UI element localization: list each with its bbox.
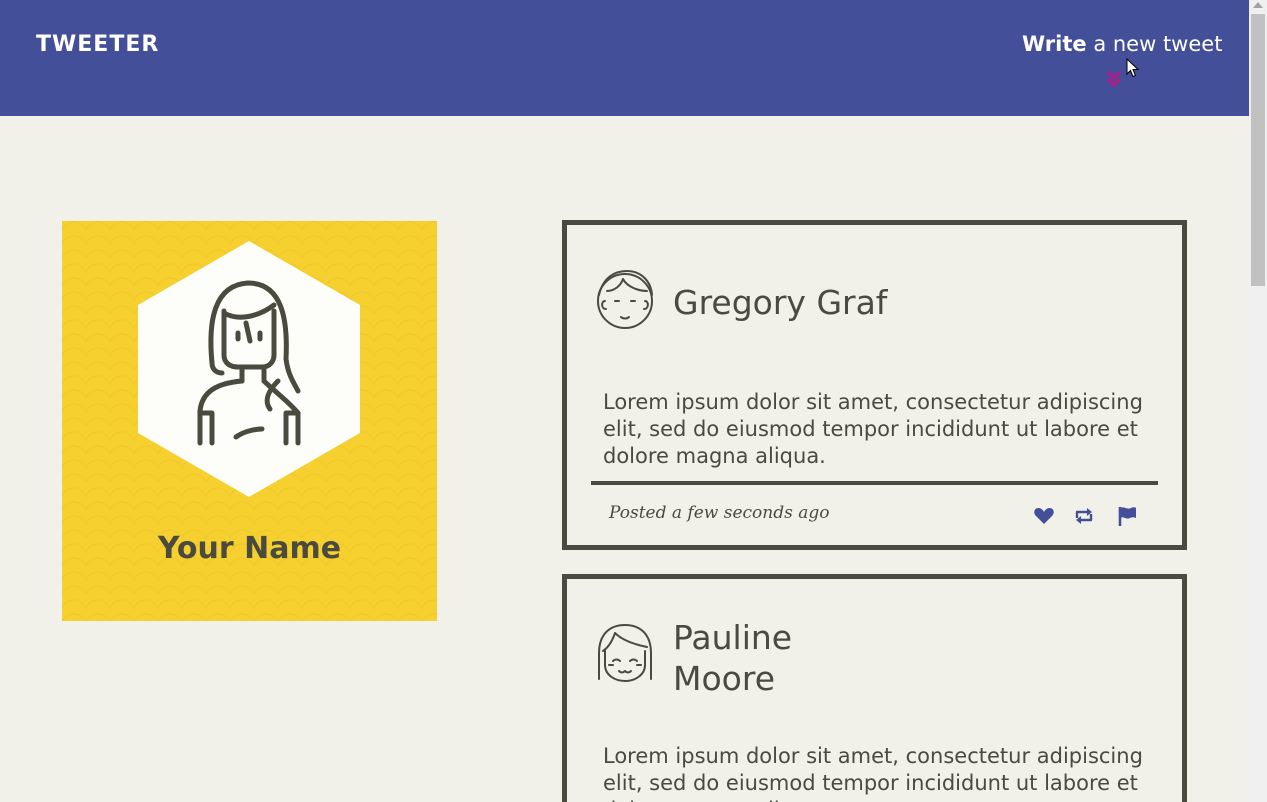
mouse-cursor-icon bbox=[1126, 58, 1140, 78]
logo[interactable]: TWEETER bbox=[36, 32, 159, 57]
scrollbar[interactable] bbox=[1249, 0, 1267, 802]
heart-icon[interactable] bbox=[1033, 505, 1055, 527]
profile-card: Your Name bbox=[62, 221, 437, 621]
flag-icon[interactable] bbox=[1116, 505, 1138, 527]
tweet-card: Gregory Graf Lorem ipsum dolor sit amet,… bbox=[562, 220, 1187, 550]
profile-name: Your Name bbox=[157, 531, 342, 566]
write-tweet-button[interactable]: Write a new tweet bbox=[1022, 32, 1222, 56]
tweet-divider bbox=[591, 481, 1158, 485]
scroll-thumb[interactable] bbox=[1251, 14, 1265, 286]
retweet-icon[interactable] bbox=[1073, 505, 1095, 527]
tweet-actions bbox=[1031, 505, 1161, 527]
man-avatar-icon bbox=[597, 270, 653, 329]
tweet-content: Lorem ipsum dolor sit amet, consectetur … bbox=[603, 390, 1143, 468]
tweet-card: Pauline Moore Lorem ipsum dolor sit amet… bbox=[562, 574, 1187, 802]
chevron-double-down-icon[interactable] bbox=[1106, 70, 1122, 88]
compose-label: a new tweet bbox=[1086, 32, 1223, 56]
top-nav: TWEETER Write a new tweet bbox=[0, 0, 1249, 116]
girl-avatar-icon bbox=[598, 624, 652, 682]
tweet-timestamp: Posted a few seconds ago bbox=[609, 503, 830, 523]
woman-avatar-icon bbox=[138, 241, 360, 497]
scroll-up-arrow-icon[interactable] bbox=[1253, 2, 1263, 8]
tweet-author: Pauline Moore bbox=[673, 618, 793, 698]
tweet-author: Gregory Graf bbox=[673, 283, 888, 322]
compose-bold-label: Write bbox=[1022, 32, 1087, 56]
tweet-content: Lorem ipsum dolor sit amet, consectetur … bbox=[603, 744, 1143, 802]
